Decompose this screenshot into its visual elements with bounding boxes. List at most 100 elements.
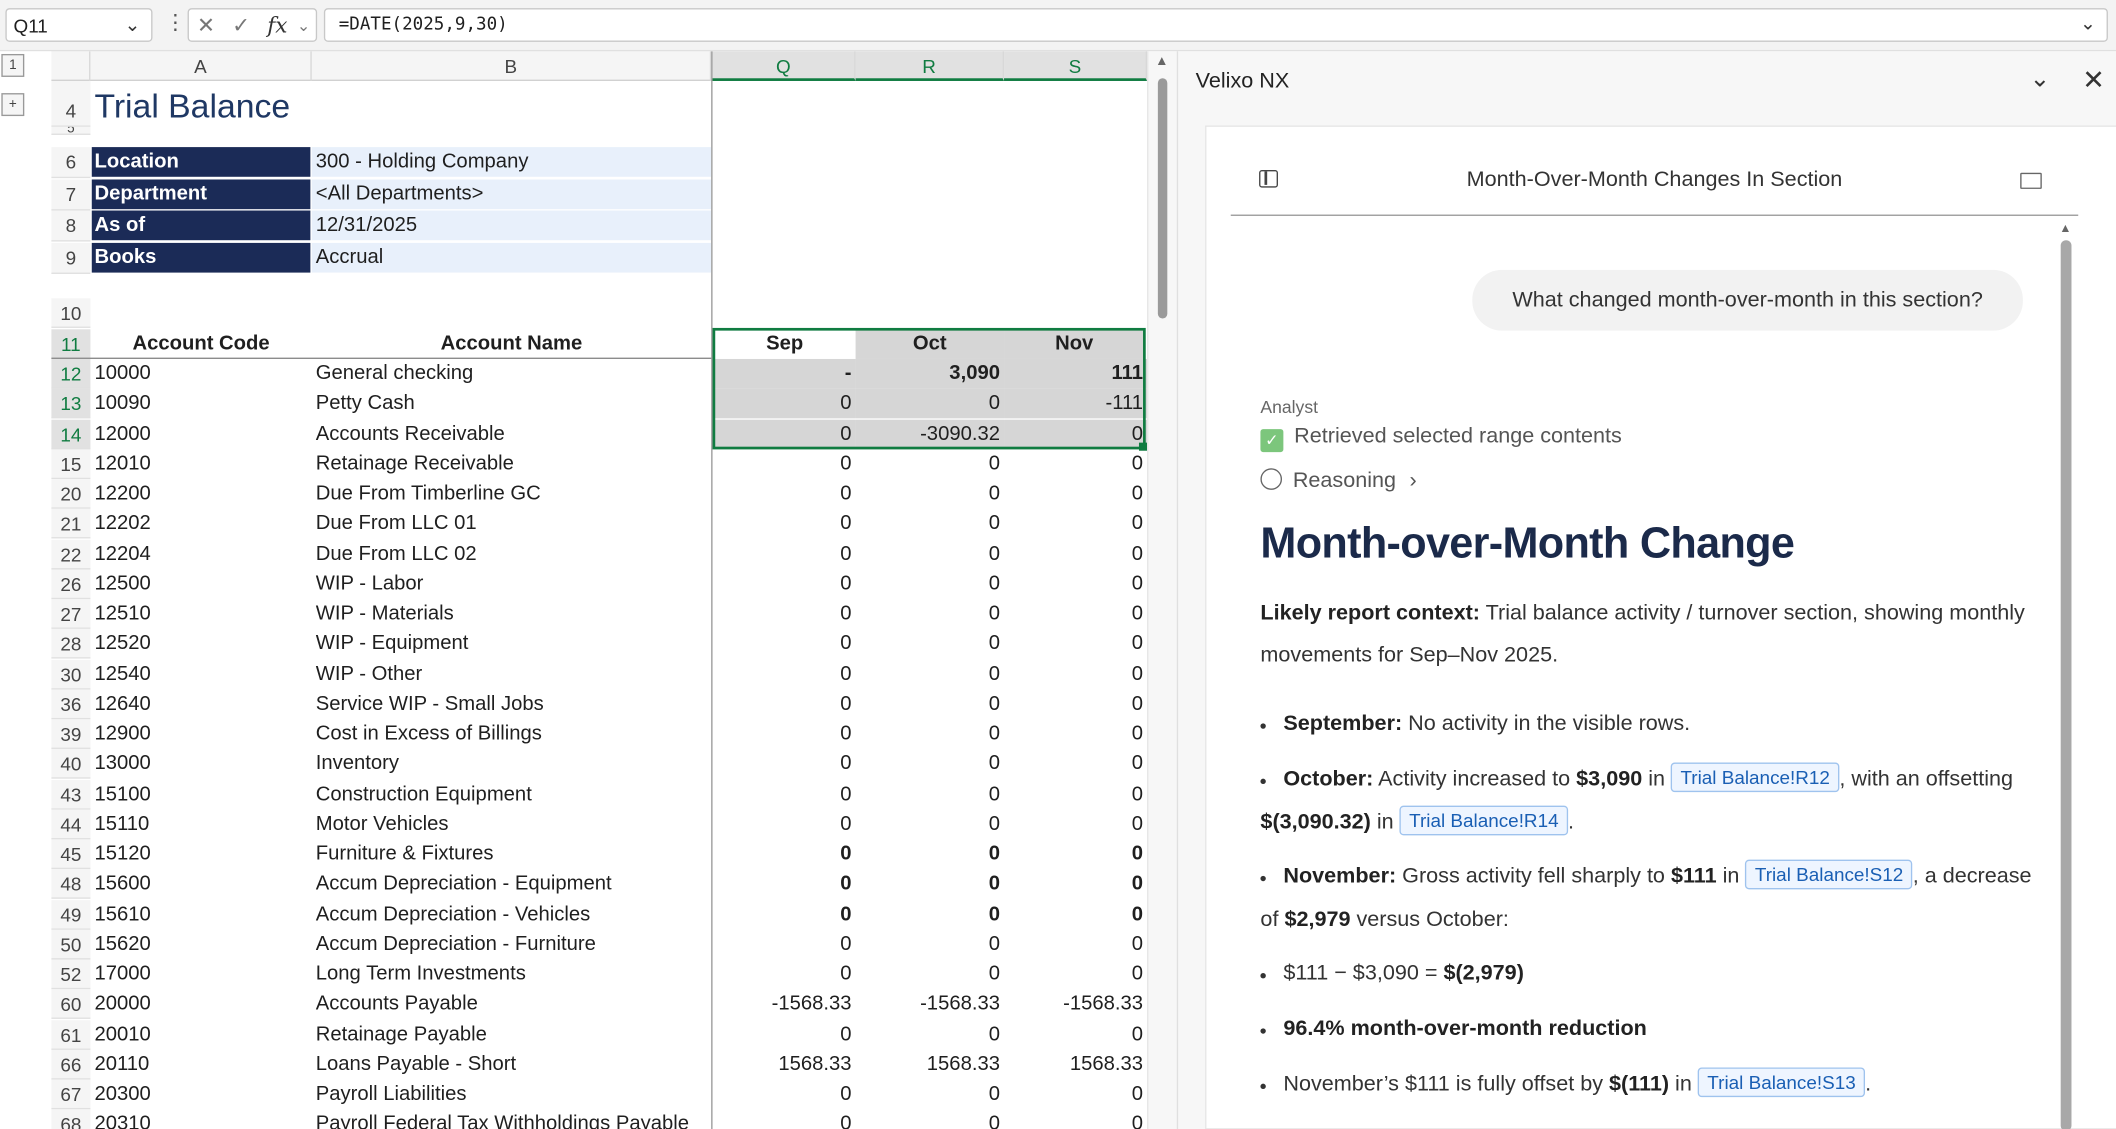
- account-code-cell[interactable]: 20010: [92, 1020, 311, 1050]
- account-name-cell[interactable]: Furniture & Fixtures: [316, 839, 710, 869]
- row-header[interactable]: 49: [51, 899, 91, 930]
- sep-value-cell[interactable]: 0: [713, 749, 856, 779]
- sep-value-cell[interactable]: 0: [713, 509, 856, 539]
- account-name-cell[interactable]: WIP - Other: [316, 659, 710, 689]
- sep-value-cell[interactable]: 1568.33: [713, 1050, 856, 1080]
- account-code-cell[interactable]: 12900: [92, 719, 311, 749]
- sep-value-cell[interactable]: 0: [713, 1080, 856, 1110]
- sep-value-cell[interactable]: 0: [713, 839, 856, 869]
- account-code-cell[interactable]: 12510: [92, 599, 311, 629]
- sep-value-cell[interactable]: 0: [713, 1110, 856, 1129]
- row-header[interactable]: 15: [51, 449, 91, 479]
- chevron-down-icon[interactable]: ⌄: [125, 13, 141, 36]
- row-header[interactable]: 40: [51, 749, 91, 779]
- account-name-cell[interactable]: Motor Vehicles: [316, 809, 710, 839]
- nov-value-cell[interactable]: 0: [1004, 839, 1147, 869]
- row-header[interactable]: 52: [51, 959, 91, 990]
- sep-value-cell[interactable]: 0: [713, 779, 856, 809]
- sep-value-cell[interactable]: 0: [713, 959, 856, 989]
- oct-value-cell[interactable]: 0: [856, 659, 1004, 689]
- row-header[interactable]: 22: [51, 539, 91, 569]
- scroll-up-icon[interactable]: ▲: [1155, 54, 1168, 69]
- row-header[interactable]: 67: [51, 1079, 91, 1110]
- nov-value-cell[interactable]: 1568.33: [1004, 1050, 1147, 1080]
- scrollbar-thumb[interactable]: [2060, 240, 2072, 1129]
- sep-value-cell[interactable]: 0: [713, 1020, 856, 1050]
- row-header[interactable]: 30: [51, 659, 91, 689]
- formula-input[interactable]: =DATE(2025,9,30) ⌄: [323, 8, 2108, 42]
- account-code-cell[interactable]: 15610: [92, 899, 311, 929]
- oct-value-cell[interactable]: -1568.33: [856, 990, 1004, 1020]
- sep-value-cell[interactable]: 0: [712, 388, 856, 419]
- nov-value-cell[interactable]: 0: [1004, 419, 1148, 449]
- header-nov[interactable]: Nov: [1004, 329, 1145, 359]
- oct-value-cell[interactable]: -3090.32: [855, 419, 1005, 449]
- row-header[interactable]: 10: [51, 298, 91, 328]
- reasoning-toggle[interactable]: Reasoning ›: [1260, 468, 2043, 494]
- account-code-cell[interactable]: 15100: [92, 779, 311, 809]
- account-name-cell[interactable]: Accum Depreciation - Vehicles: [316, 899, 710, 929]
- sep-value-cell[interactable]: 0: [713, 599, 856, 629]
- sep-value-cell[interactable]: -1568.33: [713, 990, 856, 1020]
- oct-value-cell[interactable]: 0: [856, 449, 1004, 479]
- sep-value-cell[interactable]: 0: [713, 479, 856, 509]
- nov-value-cell[interactable]: 0: [1004, 869, 1147, 899]
- scroll-up-icon[interactable]: ▲: [2059, 221, 2071, 234]
- account-code-cell[interactable]: 12000: [92, 419, 311, 449]
- account-code-cell[interactable]: 12540: [92, 659, 311, 689]
- row-header[interactable]: 8: [51, 211, 91, 243]
- account-name-cell[interactable]: WIP - Labor: [316, 569, 710, 599]
- nov-value-cell[interactable]: 0: [1004, 659, 1147, 689]
- cell-reference-link[interactable]: Trial Balance!S12: [1745, 859, 1913, 890]
- account-name-cell[interactable]: Payroll Liabilities: [316, 1080, 710, 1110]
- account-code-cell[interactable]: 12520: [92, 629, 311, 659]
- param-label[interactable]: Books: [91, 243, 311, 273]
- account-code-cell[interactable]: 10090: [92, 389, 311, 419]
- nov-value-cell[interactable]: 0: [1004, 629, 1147, 659]
- row-header[interactable]: 68: [51, 1109, 91, 1129]
- nov-value-cell[interactable]: 0: [1004, 719, 1147, 749]
- account-code-cell[interactable]: 15600: [92, 869, 311, 899]
- column-header-r[interactable]: R: [855, 51, 1005, 81]
- nov-value-cell[interactable]: 0: [1004, 779, 1147, 809]
- param-value[interactable]: <All Departments>: [311, 179, 712, 209]
- account-name-cell[interactable]: Retainage Payable: [316, 1020, 710, 1050]
- scrollbar-thumb[interactable]: [1157, 78, 1168, 319]
- oct-value-cell[interactable]: 0: [856, 899, 1004, 929]
- account-name-cell[interactable]: Due From LLC 01: [316, 509, 710, 539]
- param-label[interactable]: Location: [91, 147, 311, 177]
- sep-value-cell[interactable]: 0: [713, 929, 856, 959]
- insert-function-icon[interactable]: fx: [267, 12, 287, 38]
- account-code-cell[interactable]: 12202: [92, 509, 311, 539]
- nov-value-cell[interactable]: 0: [1004, 809, 1147, 839]
- oct-value-cell[interactable]: 0: [856, 959, 1004, 989]
- oct-value-cell[interactable]: 0: [856, 479, 1004, 509]
- sep-value-cell[interactable]: 0: [713, 629, 856, 659]
- nov-value-cell[interactable]: 0: [1004, 509, 1147, 539]
- account-code-cell[interactable]: 20000: [92, 990, 311, 1020]
- account-name-cell[interactable]: Long Term Investments: [316, 959, 710, 989]
- account-name-cell[interactable]: Accum Depreciation - Furniture: [316, 929, 710, 959]
- row-header[interactable]: 14: [51, 419, 91, 449]
- account-code-cell[interactable]: 20310: [92, 1110, 311, 1129]
- cancel-icon[interactable]: ✕: [197, 12, 215, 39]
- row-header[interactable]: 26: [51, 569, 91, 599]
- nov-value-cell[interactable]: 111: [1004, 358, 1148, 389]
- row-header[interactable]: 7: [51, 179, 91, 211]
- param-label[interactable]: Department: [91, 179, 311, 209]
- expand-formula-icon[interactable]: ⌄: [2080, 12, 2096, 35]
- oct-value-cell[interactable]: 0: [856, 1110, 1004, 1129]
- account-name-cell[interactable]: Petty Cash: [316, 389, 710, 419]
- sep-value-cell[interactable]: 0: [713, 809, 856, 839]
- sep-value-cell[interactable]: 0: [713, 689, 856, 719]
- oct-value-cell[interactable]: 0: [856, 809, 1004, 839]
- row-header[interactable]: 45: [51, 839, 91, 870]
- nov-value-cell[interactable]: 0: [1004, 899, 1147, 929]
- account-name-cell[interactable]: Accounts Receivable: [316, 419, 710, 449]
- sep-value-cell[interactable]: 0: [713, 539, 856, 569]
- fill-handle[interactable]: [1138, 442, 1148, 451]
- chart-icon[interactable]: [2020, 172, 2042, 189]
- spreadsheet-grid[interactable]: A B Q R S 4 5 Trial Balance 6 Location 300…: [51, 51, 1148, 1129]
- confirm-icon[interactable]: ✓: [232, 12, 250, 39]
- param-value[interactable]: Accrual: [311, 243, 712, 273]
